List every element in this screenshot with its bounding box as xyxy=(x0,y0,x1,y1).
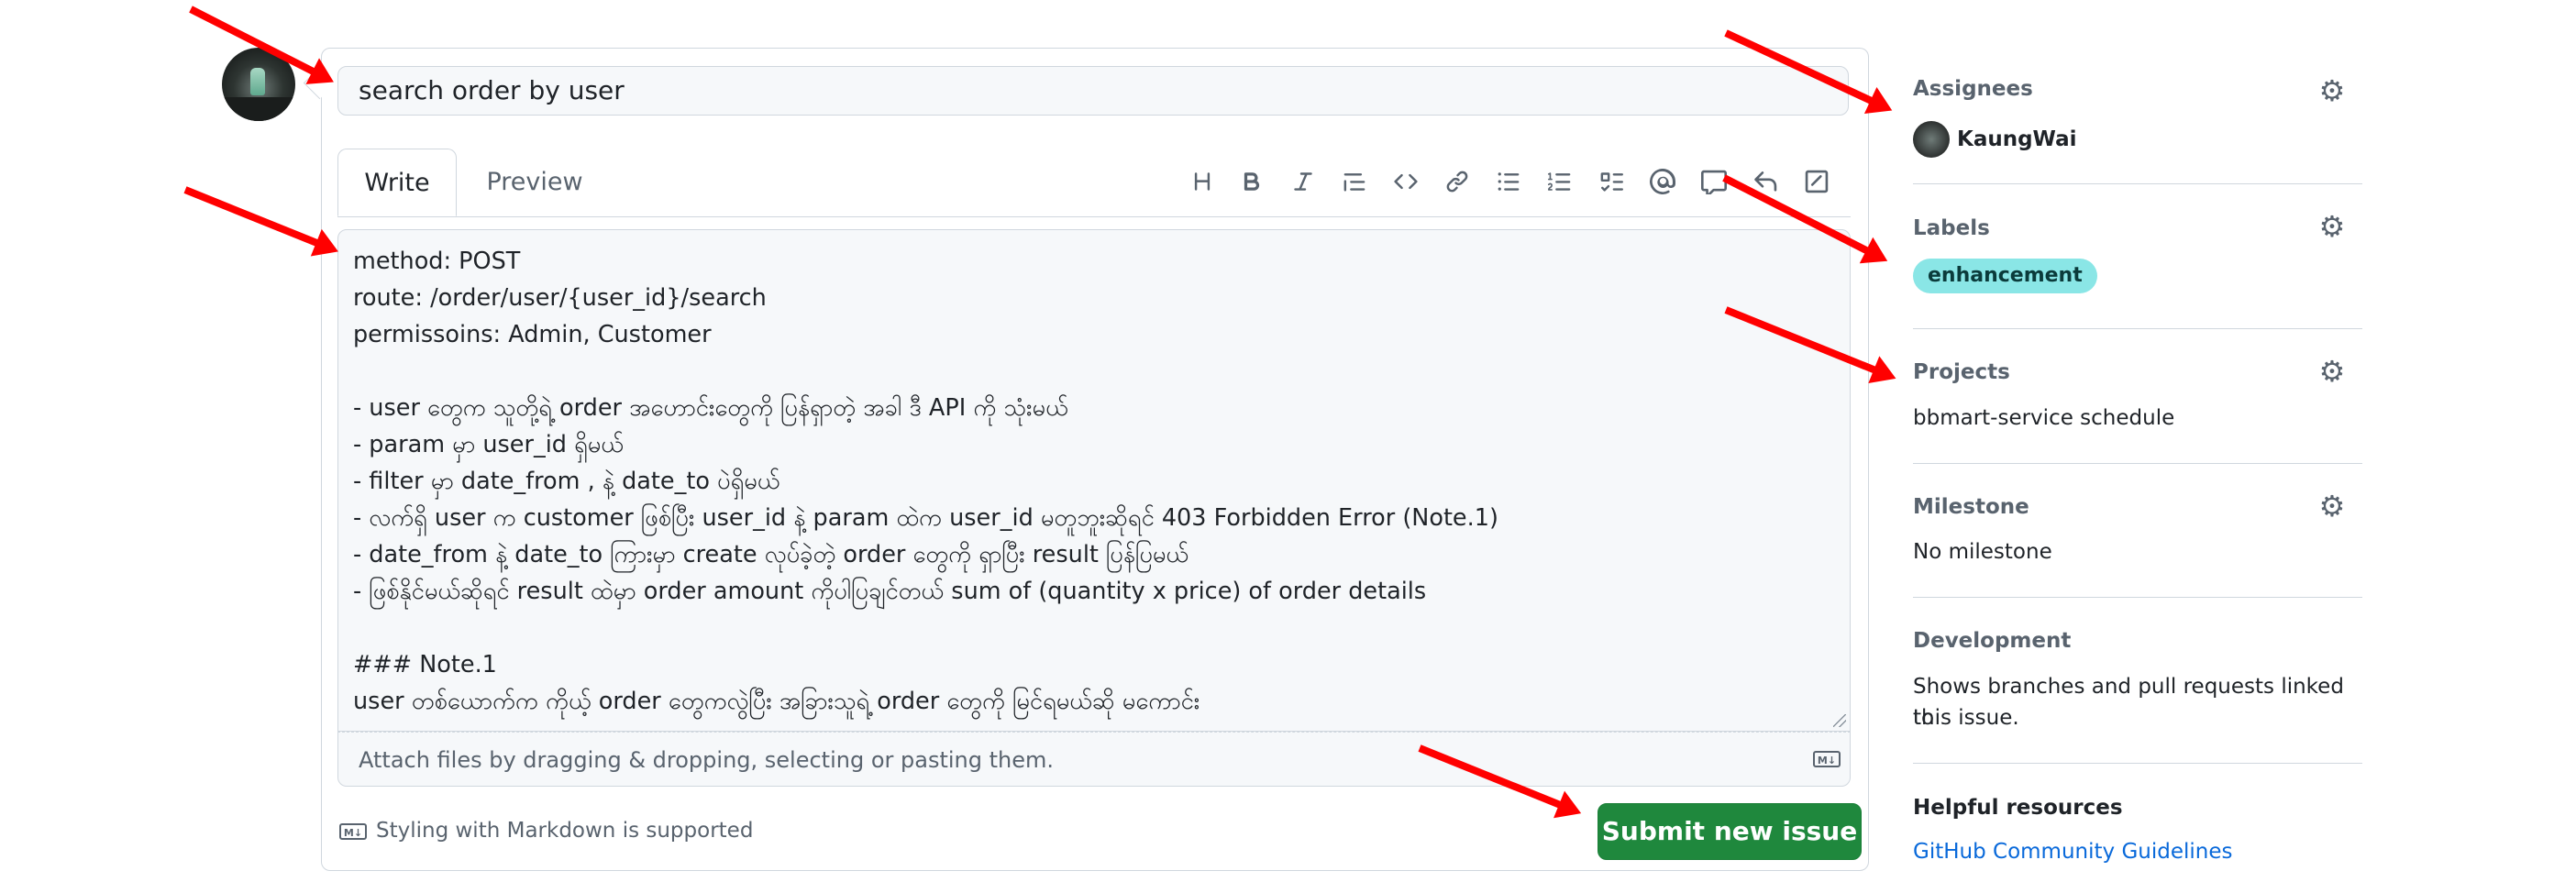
assignee-avatar xyxy=(1913,121,1950,158)
labels-heading[interactable]: Labels xyxy=(1913,216,1990,240)
projects-heading[interactable]: Projects xyxy=(1913,360,2010,384)
unordered-list-icon[interactable] xyxy=(1492,165,1525,198)
development-text-line2: this issue. xyxy=(1913,706,2019,730)
submit-new-issue-button[interactable]: Submit new issue xyxy=(1598,803,1862,860)
annotation-arrow xyxy=(183,186,323,248)
milestone-heading[interactable]: Milestone xyxy=(1913,495,2029,519)
body-line: ### Note.1 xyxy=(353,651,497,678)
divider xyxy=(1913,597,2362,598)
community-guidelines-link[interactable]: GitHub Community Guidelines xyxy=(1913,836,2232,867)
link-icon[interactable] xyxy=(1441,165,1474,198)
markdown-icon: M↓ xyxy=(1813,751,1841,767)
issue-body-textarea[interactable]: method: POST route: /order/user/{user_id}… xyxy=(337,229,1851,732)
avatar-figure xyxy=(250,68,265,95)
bold-icon[interactable] xyxy=(1235,165,1268,198)
heading-icon[interactable] xyxy=(1186,165,1219,198)
body-line: - user တွေက သူတို့ရဲ့ order အဟောင်းတွေကိ… xyxy=(353,394,1068,422)
avatar-ground xyxy=(222,97,295,121)
mention-icon[interactable] xyxy=(1646,165,1679,198)
tab-preview[interactable]: Preview xyxy=(475,149,594,216)
helpful-resources-heading: Helpful resources xyxy=(1913,796,2123,820)
issue-title-input[interactable]: search order by user xyxy=(337,66,1849,116)
milestone-value: No milestone xyxy=(1913,540,2052,564)
gear-icon[interactable]: ⚙ xyxy=(2316,354,2348,389)
assignees-heading[interactable]: Assignees xyxy=(1913,77,2033,101)
gear-icon[interactable]: ⚙ xyxy=(2316,73,2348,108)
italic-icon[interactable] xyxy=(1287,165,1320,198)
markdown-note[interactable]: Styling with Markdown is supported xyxy=(376,819,753,843)
assignee-name[interactable]: KaungWai xyxy=(1957,124,2077,155)
body-line xyxy=(353,353,1498,390)
body-line: - param မှာ user_id ရှိမယ် xyxy=(353,431,625,458)
body-line: - date_from နဲ့ date_to ကြားမှာ create လ… xyxy=(353,541,1189,568)
issue-body-text: method: POST route: /order/user/{user_id}… xyxy=(353,243,1498,720)
label-enhancement[interactable]: enhancement xyxy=(1913,259,2097,293)
task-list-icon[interactable] xyxy=(1595,165,1628,198)
attach-files-area[interactable]: Attach files by dragging & dropping, sel… xyxy=(337,732,1851,787)
ordered-list-icon[interactable] xyxy=(1543,165,1576,198)
resize-handle[interactable] xyxy=(1833,714,1846,727)
divider xyxy=(1913,328,2362,329)
code-icon[interactable] xyxy=(1389,165,1422,198)
body-line: permissoins: Admin, Customer xyxy=(353,321,712,348)
slash-command-icon[interactable] xyxy=(1800,165,1833,198)
body-line: user တစ်ယောက်က ကိုယ့် order တွေကလွဲပြီး … xyxy=(353,688,1200,715)
divider xyxy=(1913,463,2362,464)
quote-icon[interactable] xyxy=(1338,165,1371,198)
tab-write[interactable]: Write xyxy=(337,149,457,216)
body-line: route: /order/user/{user_id}/search xyxy=(353,284,767,312)
body-line: method: POST xyxy=(353,248,521,275)
body-line xyxy=(353,610,1498,646)
markdown-icon: M↓ xyxy=(339,823,367,840)
development-heading: Development xyxy=(1913,629,2072,653)
gear-icon[interactable]: ⚙ xyxy=(2316,209,2348,244)
body-line: - လက်ရှိ user က customer ဖြစ်ပြီး user_i… xyxy=(353,504,1498,532)
body-line: - ဖြစ်နိုင်မယ်ဆိုရင် result ထဲမှာ order … xyxy=(353,578,1427,605)
divider xyxy=(1913,183,2362,184)
gear-icon[interactable]: ⚙ xyxy=(2316,489,2348,524)
attach-hint: Attach files by dragging & dropping, sel… xyxy=(359,747,1054,773)
body-line: - filter မှာ date_from , နဲ့ date_to ပဲရ… xyxy=(353,468,780,495)
project-name[interactable]: bbmart-service schedule xyxy=(1913,402,2174,434)
divider xyxy=(1913,763,2362,764)
